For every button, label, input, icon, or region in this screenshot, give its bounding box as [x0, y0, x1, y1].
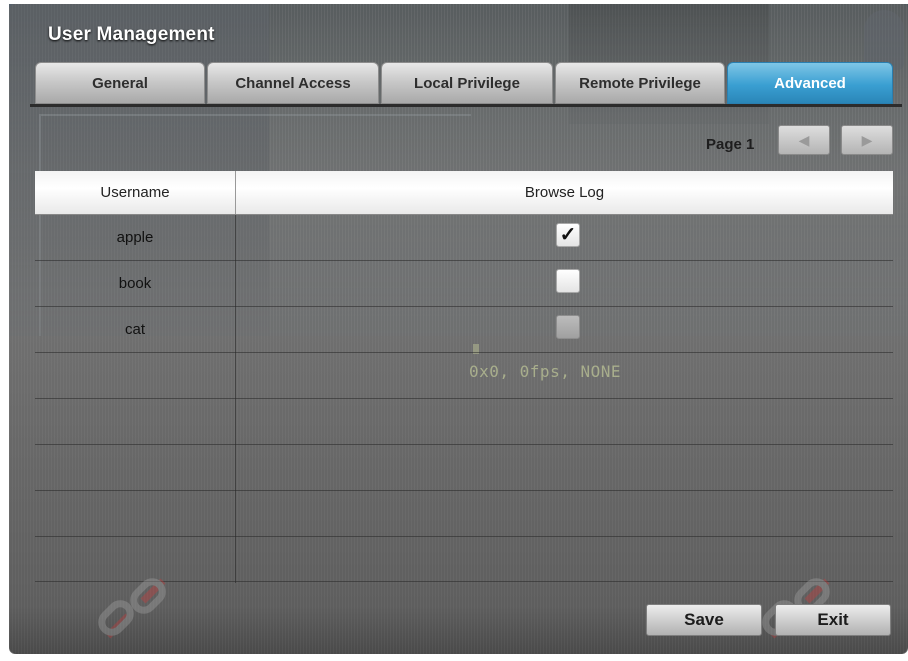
- username-cell: apple: [116, 229, 154, 246]
- table-row: book: [35, 261, 893, 307]
- save-button[interactable]: Save: [646, 604, 762, 636]
- table-row-empty: [35, 399, 893, 445]
- browse-log-checkbox-disabled: [556, 315, 580, 339]
- next-page-button[interactable]: ▶: [841, 125, 893, 155]
- username-cell: cat: [124, 321, 145, 338]
- tab-local-privilege[interactable]: Local Privilege: [381, 62, 553, 104]
- tab-channel-access[interactable]: Channel Access: [207, 62, 379, 104]
- browse-log-checkbox[interactable]: [556, 269, 580, 293]
- header-browse-log: Browse Log: [524, 184, 605, 201]
- table-row-empty: [35, 491, 893, 537]
- exit-button[interactable]: Exit: [775, 604, 891, 636]
- table-row: apple ✓: [35, 215, 893, 261]
- browse-log-checkbox[interactable]: ✓: [556, 223, 580, 247]
- tab-advanced[interactable]: Advanced: [727, 62, 893, 104]
- page-indicator: Page 1: [706, 136, 755, 153]
- column-divider: [235, 215, 236, 583]
- triangle-left-icon: ◀: [798, 131, 810, 148]
- tab-general[interactable]: General: [35, 62, 205, 104]
- window-title: User Management: [48, 24, 215, 45]
- table-row-empty: [35, 445, 893, 491]
- username-cell: book: [118, 275, 152, 292]
- brand-watermark-left-icon: [98, 578, 166, 639]
- table-row: cat: [35, 307, 893, 353]
- tab-remote-privilege[interactable]: Remote Privilege: [555, 62, 725, 104]
- tab-underline: [30, 104, 902, 107]
- triangle-right-icon: ▶: [861, 131, 873, 148]
- table-row-empty: [35, 353, 893, 399]
- table-header: Username Browse Log: [35, 171, 893, 215]
- prev-page-button[interactable]: ◀: [778, 125, 830, 155]
- header-username: Username: [100, 184, 170, 201]
- checkmark-icon: ✓: [559, 224, 577, 246]
